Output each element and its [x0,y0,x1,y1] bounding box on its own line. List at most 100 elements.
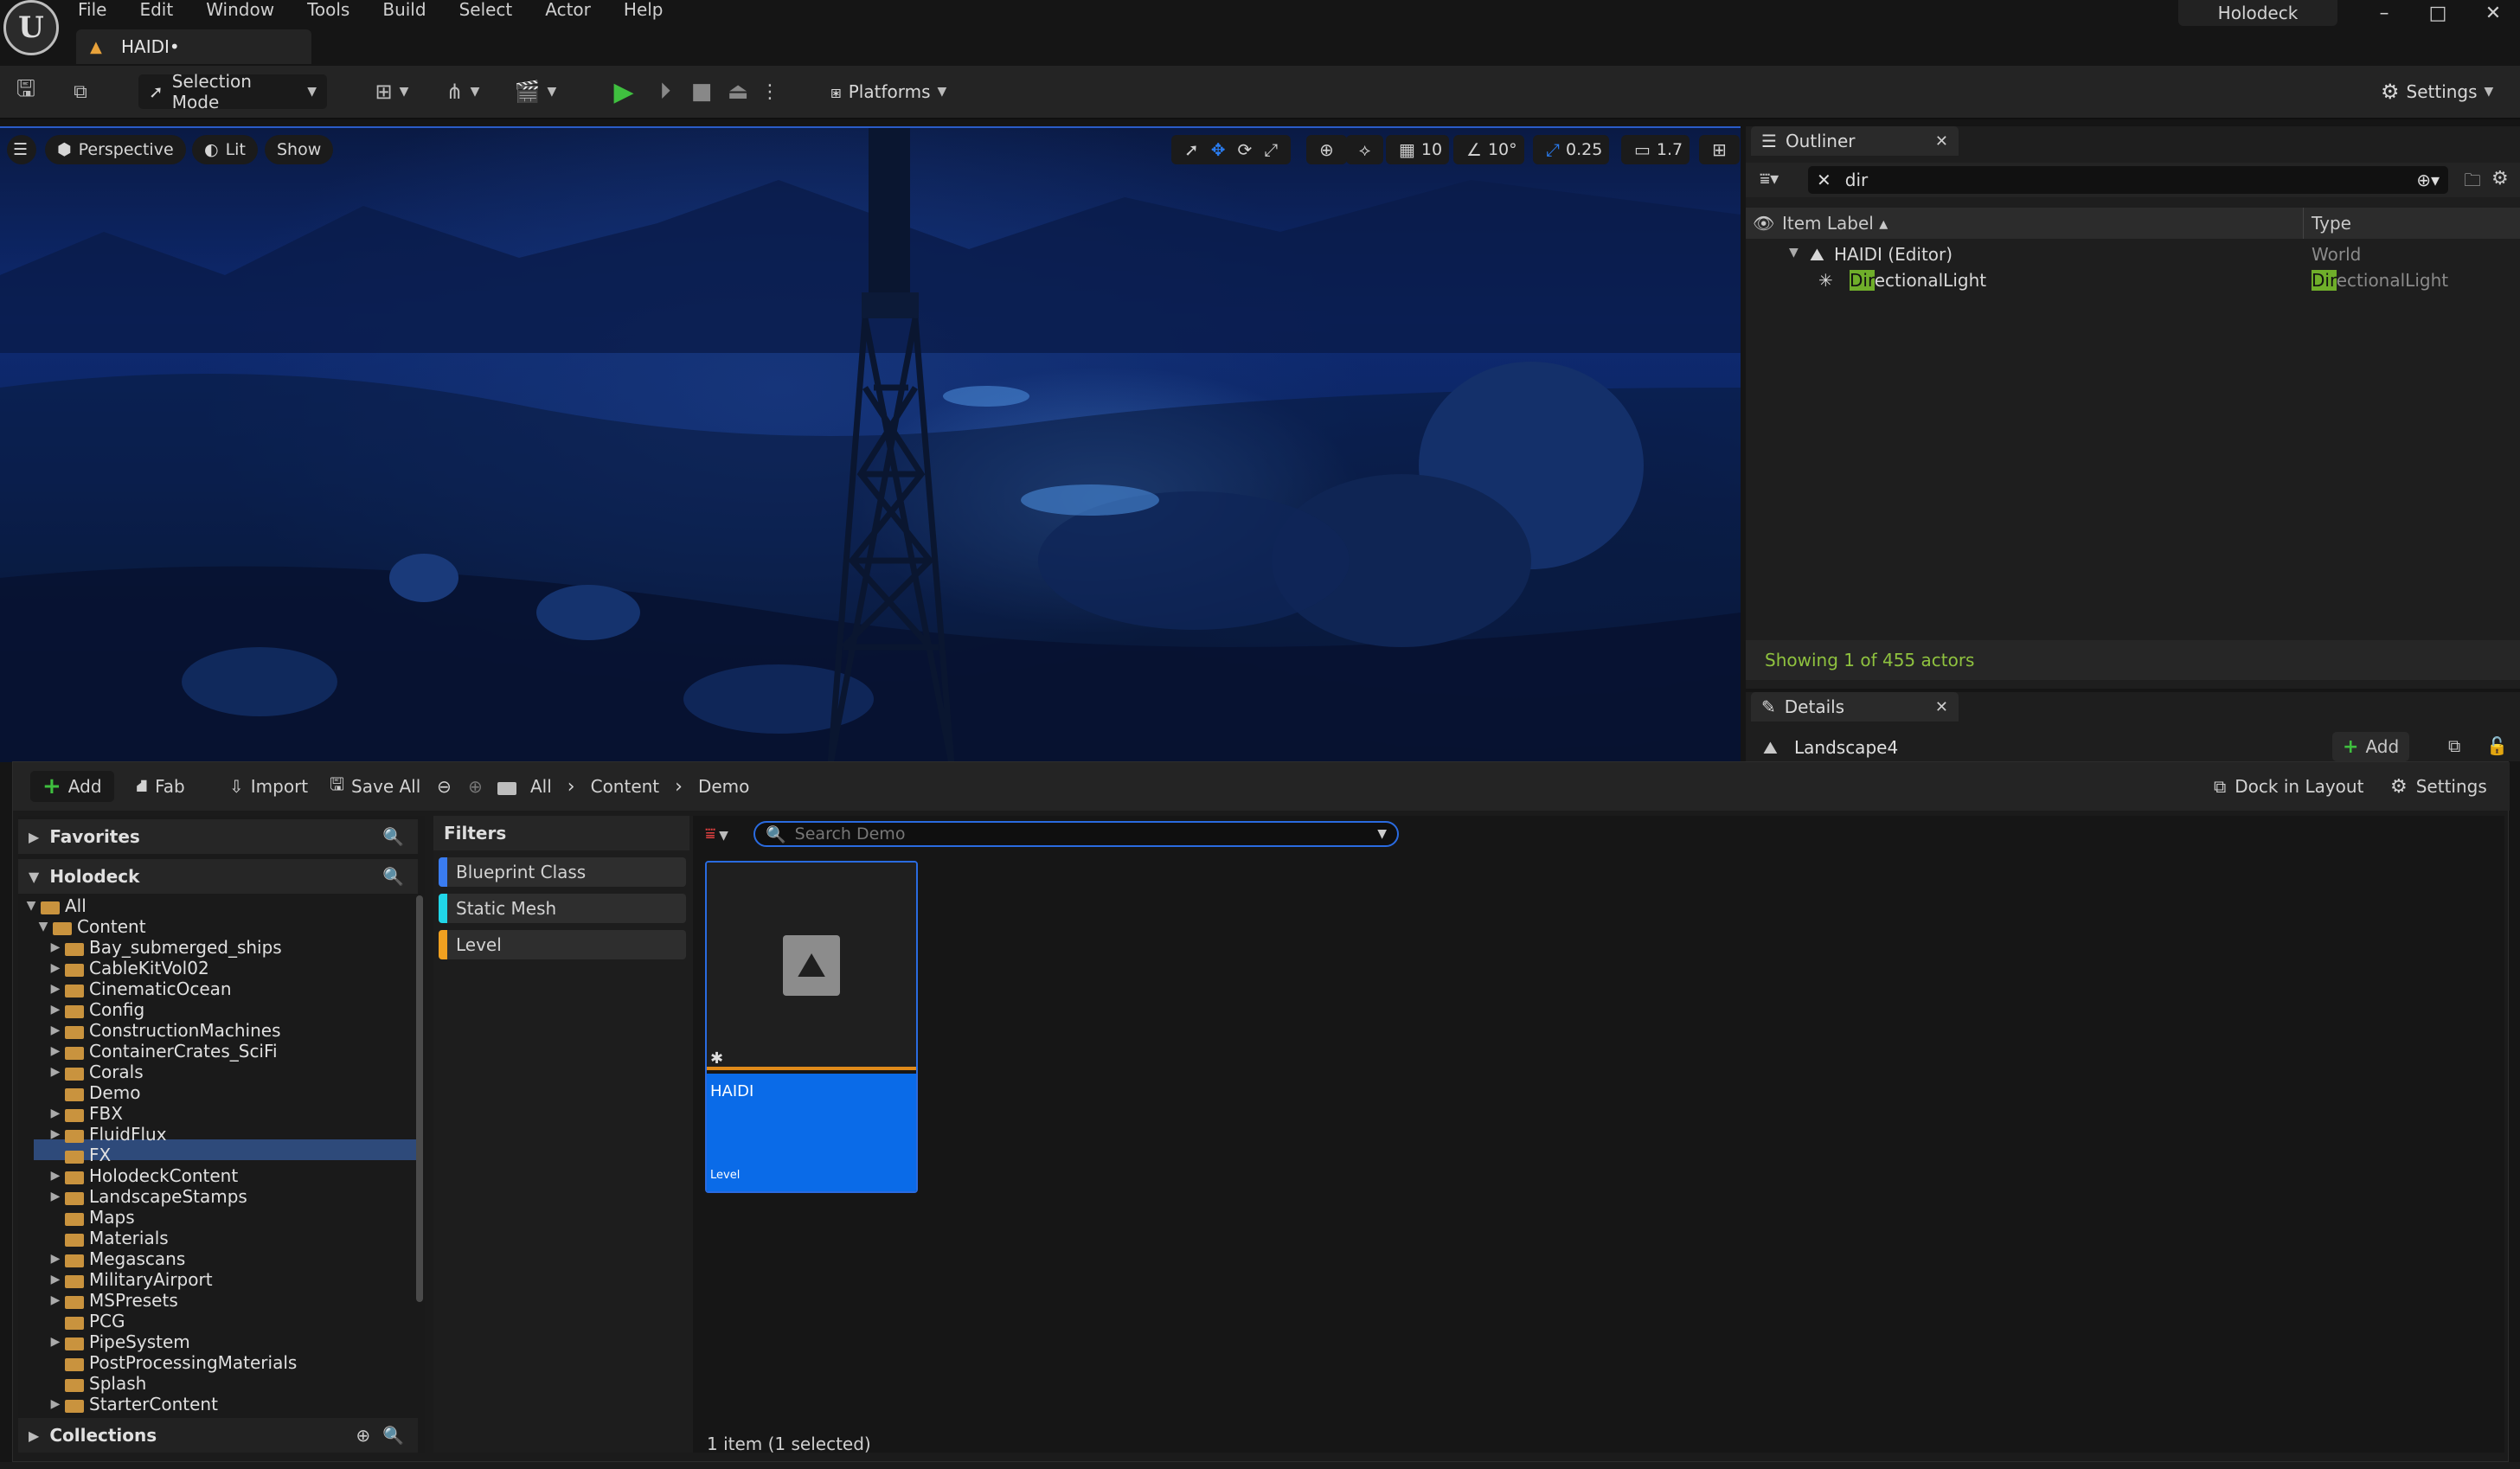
history-forward-icon[interactable]: ⊕ [468,771,483,802]
close-icon[interactable]: ✕ [1935,698,1948,716]
outliner-search-input[interactable]: ✕ dir ⊕▾ [1808,166,2448,194]
blueprints-icon[interactable]: ⋔ ▼ [438,78,488,106]
dock-in-layout-button[interactable]: ⧉ Dock in Layout [2214,771,2363,802]
level-viewport[interactable]: ☰ ⬢ Perspective ◐ Lit Show ➚ ✥ ⟳ ⤢ ⊕ ⟡ ▦… [0,126,1741,762]
move-tool-icon[interactable]: ✥ [1211,139,1226,160]
close-window-icon[interactable]: ✕ [2476,0,2510,26]
menu-select[interactable]: Select [459,1,513,18]
tree-scrollbar[interactable] [416,895,423,1302]
selection-mode-dropdown[interactable]: ➚ Selection Mode ▼ [138,71,327,112]
new-folder-icon[interactable]: 🗀 [2464,168,2481,197]
platforms-dropdown[interactable]: ⧆ Platforms ▼ [820,74,957,109]
expand-arrow-icon[interactable]: ▶ [49,1003,61,1017]
folder-item-startercontent[interactable]: ▶ StarterContent [49,1394,218,1414]
filter-icon[interactable]: ⩸ ▼ [705,823,728,844]
filter-level[interactable]: Level [439,930,686,959]
eject-icon[interactable]: ⏏ [723,76,753,107]
holodeck-section[interactable]: ▼ Holodeck 🔍 [18,859,418,894]
breadcrumb-all[interactable]: All [530,776,552,797]
lit-button[interactable]: ◐ Lit [192,135,258,164]
settings-dropdown[interactable]: ⚙ Settings ▼ [2370,74,2504,109]
folder-item-content[interactable]: ▼ Content [37,916,146,937]
folder-item-cinematicocean[interactable]: ▶ CinematicOcean [49,978,232,999]
type-column[interactable]: Type [2312,213,2351,234]
maximize-icon[interactable]: □ [2421,0,2455,26]
scale-tool-icon[interactable]: ⤢ [1264,139,1278,160]
folder-item-splash[interactable]: Splash [49,1373,146,1394]
more-options-icon[interactable]: ⋮ [760,76,779,107]
add-actor-icon[interactable]: ⊞ ▼ [367,78,417,106]
cb-settings-button[interactable]: ⚙ Settings [2390,771,2487,802]
folder-item-all[interactable]: ▼ All [25,895,87,916]
lock-icon[interactable]: 🔓 [2486,735,2508,756]
chevron-down-icon[interactable]: ▼ [1377,827,1387,841]
grid-snap-button[interactable]: ▦ 10 [1386,135,1450,164]
expand-arrow-icon[interactable]: ▶ [49,1252,61,1266]
menu-actor[interactable]: Actor [545,1,591,18]
menu-file[interactable]: File [78,1,106,18]
expand-arrow-icon[interactable]: ▶ [49,1065,61,1079]
breadcrumb-separator-icon[interactable]: › [567,776,575,798]
expand-arrow-icon[interactable]: ▶ [49,1190,61,1203]
folder-icon[interactable] [497,771,522,802]
close-icon[interactable]: ✕ [1935,132,1948,151]
expand-arrow-icon[interactable]: ▶ [49,1023,61,1037]
collapse-arrow-icon[interactable]: ▼ [25,899,37,913]
collapse-arrow-icon[interactable]: ▼ [37,920,49,933]
folder-item-demo[interactable]: Demo [49,1082,140,1103]
breadcrumb-demo[interactable]: Demo [698,776,749,797]
save-icon[interactable]: 🖫 [12,76,40,106]
folder-item-fx[interactable]: FX [49,1145,111,1165]
favorites-section[interactable]: ▶ Favorites 🔍 [18,819,418,854]
save-all-button[interactable]: 🖫 Save All [330,771,420,802]
expand-arrow-icon[interactable]: ▶ [49,1335,61,1349]
search-icon[interactable]: 🔍 [382,1425,404,1446]
expand-arrow-icon[interactable]: ▼ [1789,246,1799,260]
folder-item-landscapestamps[interactable]: ▶ LandscapeStamps [49,1186,247,1207]
details-tab[interactable]: ✎ Details ✕ [1751,692,1959,722]
collections-section[interactable]: ▶ Collections ⊕ 🔍 [18,1418,418,1453]
perspective-button[interactable]: ⬢ Perspective [45,135,186,164]
add-button[interactable]: + Add [30,771,114,802]
expand-arrow-icon[interactable]: ▶ [49,1127,61,1141]
expand-arrow-icon[interactable]: ▶ [49,1107,61,1120]
folder-item-mspresets[interactable]: ▶ MSPresets [49,1290,178,1311]
outliner-row-world[interactable]: ▼ ⛰ HAIDI (Editor) World [1746,242,2520,268]
folder-item-holodeckcontent[interactable]: ▶ HolodeckContent [49,1165,239,1186]
folder-item-fbx[interactable]: ▶ FBX [49,1103,123,1124]
folder-item-corals[interactable]: ▶ Corals [49,1062,144,1082]
select-tool-icon[interactable]: ➚ [1184,139,1199,160]
filter-blueprint-class[interactable]: Blueprint Class [439,857,686,887]
folder-item-config[interactable]: ▶ Config [49,999,145,1020]
folder-item-containercrates-scifi[interactable]: ▶ ContainerCrates_SciFi [49,1041,278,1062]
rotate-tool-icon[interactable]: ⟳ [1238,139,1253,160]
camera-speed-button[interactable]: ▭ 1.7 [1621,135,1690,164]
world-local-toggle[interactable]: ⊕ [1306,135,1347,164]
surface-snap-toggle[interactable]: ⟡ [1346,135,1384,164]
outliner-row-directional-light[interactable]: ✳ DirectionalLight DirectionalLight [1746,268,2520,294]
menu-tools[interactable]: Tools [307,1,349,18]
menu-build[interactable]: Build [382,1,426,18]
unreal-logo-icon[interactable]: U [3,0,59,55]
play-icon[interactable]: ▶ [609,76,638,107]
item-label-column[interactable]: Item Label ▴ [1782,213,1888,234]
asset-tile-haidi[interactable]: ⛰ ✱ HAIDI Level [705,861,918,1193]
folder-item-pipesystem[interactable]: ▶ PipeSystem [49,1331,190,1352]
import-button[interactable]: ⇩ Import [229,771,308,802]
expand-arrow-icon[interactable]: ▶ [49,982,61,996]
layout-icon[interactable]: ⊞ [1699,135,1740,164]
expand-arrow-icon[interactable]: ▶ [49,1273,61,1286]
minimize-icon[interactable]: – [2367,0,2401,26]
rotation-snap-button[interactable]: ∠ 10° [1453,135,1524,164]
add-collection-icon[interactable]: ⊕ [356,1425,370,1446]
menu-window[interactable]: Window [206,1,274,18]
expand-arrow-icon[interactable]: ▶ [49,940,61,954]
clear-search-icon[interactable]: ✕ [1817,170,1831,190]
expand-arrow-icon[interactable]: ▶ [49,1044,61,1058]
folder-item-militaryairport[interactable]: ▶ MilitaryAirport [49,1269,213,1290]
scale-snap-button[interactable]: ⤢ 0.25 [1533,135,1610,164]
menu-help[interactable]: Help [624,1,664,18]
filter-icon[interactable]: ⩸▾ [1760,168,1779,189]
expand-arrow-icon[interactable]: ▶ [49,1169,61,1183]
gear-icon[interactable]: ⚙ [2491,168,2509,189]
